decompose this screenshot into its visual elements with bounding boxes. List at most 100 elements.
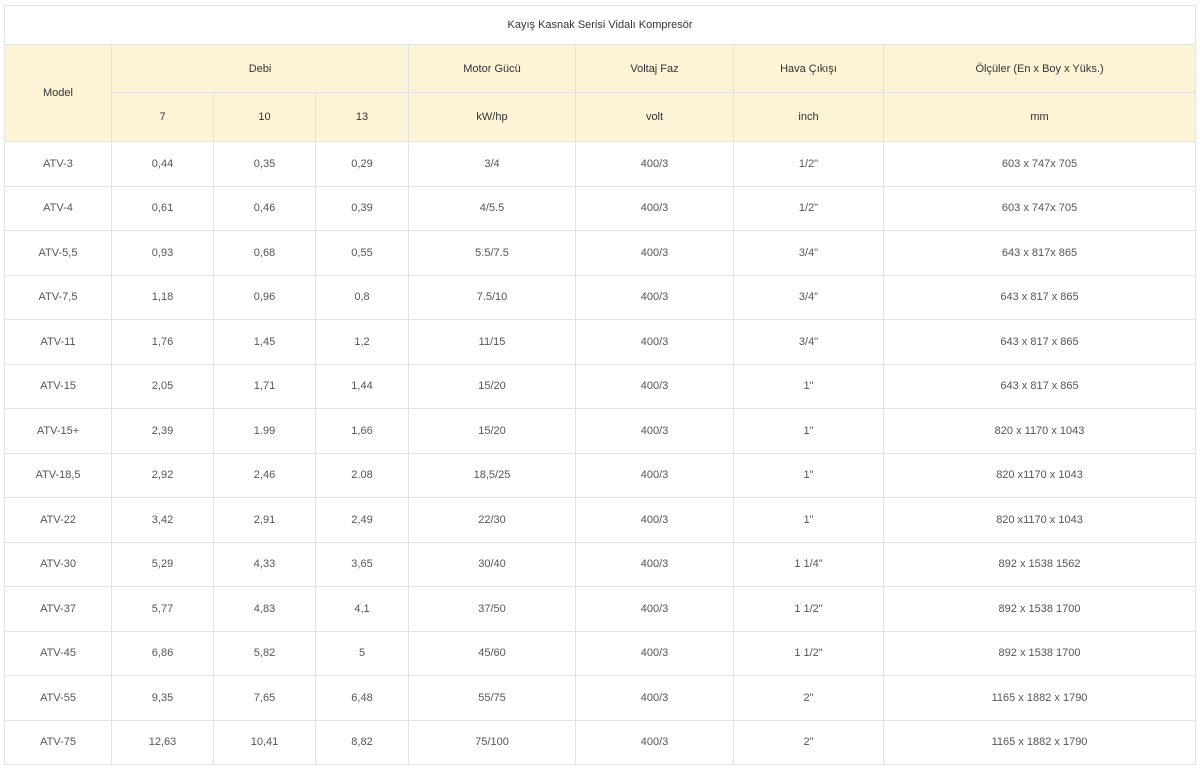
cell-voltage-phase: 400/3 <box>575 586 734 632</box>
cell-debi-13: 3,65 <box>315 541 409 587</box>
cell-model: ATV-22 <box>4 497 112 543</box>
cell-voltage-phase: 400/3 <box>575 141 734 187</box>
cell-air-outlet: 1 1/2" <box>733 630 884 676</box>
header-debi-13: 13 <box>315 92 409 142</box>
cell-dimensions: 1165 x 1882 x 1790 <box>882 675 1197 721</box>
cell-debi-10: 7,65 <box>213 675 316 721</box>
cell-model: ATV-5,5 <box>4 230 112 276</box>
cell-air-outlet: 3/4" <box>733 274 884 320</box>
cell-debi-10: 4,83 <box>213 586 316 632</box>
cell-voltage-phase: 400/3 <box>575 230 734 276</box>
header-model: Model <box>4 44 112 142</box>
cell-voltage-phase: 400/3 <box>575 274 734 320</box>
cell-air-outlet: 1/2" <box>733 185 884 231</box>
cell-voltage-phase: 400/3 <box>575 675 734 721</box>
table-row: ATV-37 5,77 4,83 4,1 37/50 400/3 1 1/2" 892 x 1… <box>4 586 1197 632</box>
header-air-unit: inch <box>733 92 884 142</box>
cell-voltage-phase: 400/3 <box>575 452 734 498</box>
header-debi: Debi <box>111 44 409 93</box>
cell-motor-power: 15/20 <box>408 363 576 409</box>
cell-motor-power: 15/20 <box>408 408 576 454</box>
cell-debi-13: 1,66 <box>315 408 409 454</box>
cell-debi-7: 12,63 <box>111 719 214 765</box>
cell-voltage-phase: 400/3 <box>575 719 734 765</box>
cell-debi-7: 5,29 <box>111 541 214 587</box>
table-row: ATV-4 0,61 0,46 0,39 4/5.5 400/3 1/2" 603 x 747… <box>4 185 1197 231</box>
header-motor-power: Motor Gücü <box>408 44 576 93</box>
table-row: ATV-55 9,35 7,65 6,48 55/75 400/3 2" 1165 x 188… <box>4 675 1197 721</box>
cell-model: ATV-7,5 <box>4 274 112 320</box>
cell-voltage-phase: 400/3 <box>575 363 734 409</box>
cell-dimensions: 1165 x 1882 x 1790 <box>882 719 1197 765</box>
cell-air-outlet: 3/4" <box>733 319 884 365</box>
cell-debi-7: 0,61 <box>111 185 214 231</box>
cell-debi-10: 0,35 <box>213 141 316 187</box>
table-row: ATV-22 3,42 2,91 2,49 22/30 400/3 1" 820 x1170 … <box>4 497 1197 543</box>
table-row: ATV-5,5 0,93 0,68 0,55 5.5/7.5 400/3 3/4" 643 x… <box>4 230 1197 276</box>
cell-motor-power: 3/4 <box>408 141 576 187</box>
header-motor-unit: kW/hp <box>408 92 576 142</box>
cell-dimensions: 820 x 1170 x 1043 <box>882 408 1197 454</box>
header-debi-10: 10 <box>213 92 316 142</box>
cell-dimensions: 892 x 1538 1562 <box>882 541 1197 587</box>
cell-air-outlet: 1/2" <box>733 141 884 187</box>
cell-motor-power: 11/15 <box>408 319 576 365</box>
cell-model: ATV-30 <box>4 541 112 587</box>
cell-voltage-phase: 400/3 <box>575 497 734 543</box>
cell-air-outlet: 1" <box>733 452 884 498</box>
cell-debi-7: 2,05 <box>111 363 214 409</box>
cell-debi-7: 6,86 <box>111 630 214 676</box>
cell-debi-7: 5,77 <box>111 586 214 632</box>
cell-debi-13: 2,49 <box>315 497 409 543</box>
cell-motor-power: 4/5.5 <box>408 185 576 231</box>
cell-model: ATV-11 <box>4 319 112 365</box>
cell-air-outlet: 1" <box>733 497 884 543</box>
table-row: ATV-15+ 2,39 1.99 1,66 15/20 400/3 1" 820 x 117… <box>4 408 1197 454</box>
cell-debi-13: 5 <box>315 630 409 676</box>
table-row: ATV-45 6,86 5,82 5 45/60 400/3 1 1/2" 892 x 153… <box>4 630 1197 676</box>
cell-voltage-phase: 400/3 <box>575 319 734 365</box>
cell-debi-13: 1,44 <box>315 363 409 409</box>
cell-motor-power: 22/30 <box>408 497 576 543</box>
cell-air-outlet: 1 1/4" <box>733 541 884 587</box>
table-row: ATV-30 5,29 4,33 3,65 30/40 400/3 1 1/4" 892 x … <box>4 541 1197 587</box>
cell-debi-13: 0,55 <box>315 230 409 276</box>
cell-voltage-phase: 400/3 <box>575 408 734 454</box>
cell-debi-10: 10,41 <box>213 719 316 765</box>
header-row-units: 7 10 13 kW/hp volt inch mm <box>5 92 1197 142</box>
cell-motor-power: 37/50 <box>408 586 576 632</box>
cell-motor-power: 55/75 <box>408 675 576 721</box>
cell-debi-13: 0,29 <box>315 141 409 187</box>
header-dimensions: Ölçüler (En x Boy x Yüks.) <box>882 44 1197 93</box>
table-title: Kayış Kasnak Serisi Vidalı Kompresör <box>3 5 1197 45</box>
table-row: ATV-7,5 1,18 0,96 0,8 7.5/10 400/3 3/4" 643 x 8… <box>4 274 1197 320</box>
cell-dimensions: 643 x 817 x 865 <box>882 363 1197 409</box>
compressor-spec-table-container: Kayış Kasnak Serisi Vidalı Kompresör Mod… <box>3 5 1197 765</box>
cell-dimensions: 892 x 1538 1700 <box>882 586 1197 632</box>
cell-debi-10: 1,45 <box>213 319 316 365</box>
cell-model: ATV-55 <box>4 675 112 721</box>
cell-debi-7: 9,35 <box>111 675 214 721</box>
cell-voltage-phase: 400/3 <box>575 185 734 231</box>
cell-motor-power: 30/40 <box>408 541 576 587</box>
cell-air-outlet: 1" <box>733 408 884 454</box>
cell-debi-7: 0,93 <box>111 230 214 276</box>
cell-motor-power: 7.5/10 <box>408 274 576 320</box>
cell-debi-13: 2.08 <box>315 452 409 498</box>
cell-debi-7: 1,18 <box>111 274 214 320</box>
cell-dimensions: 820 x1170 x 1043 <box>882 452 1197 498</box>
cell-debi-7: 0,44 <box>111 141 214 187</box>
cell-model: ATV-37 <box>4 586 112 632</box>
cell-debi-10: 1,71 <box>213 363 316 409</box>
cell-debi-7: 1,76 <box>111 319 214 365</box>
cell-debi-10: 4,33 <box>213 541 316 587</box>
cell-debi-13: 8,82 <box>315 719 409 765</box>
cell-debi-10: 0,68 <box>213 230 316 276</box>
cell-motor-power: 18,5/25 <box>408 452 576 498</box>
cell-dimensions: 603 x 747x 705 <box>882 141 1197 187</box>
cell-dimensions: 820 x1170 x 1043 <box>882 497 1197 543</box>
header-row-main: Model Debi Motor Gücü Voltaj Faz Hava Çı… <box>4 44 1197 142</box>
cell-air-outlet: 1 1/2" <box>733 586 884 632</box>
cell-air-outlet: 1" <box>733 363 884 409</box>
cell-model: ATV-15 <box>4 363 112 409</box>
